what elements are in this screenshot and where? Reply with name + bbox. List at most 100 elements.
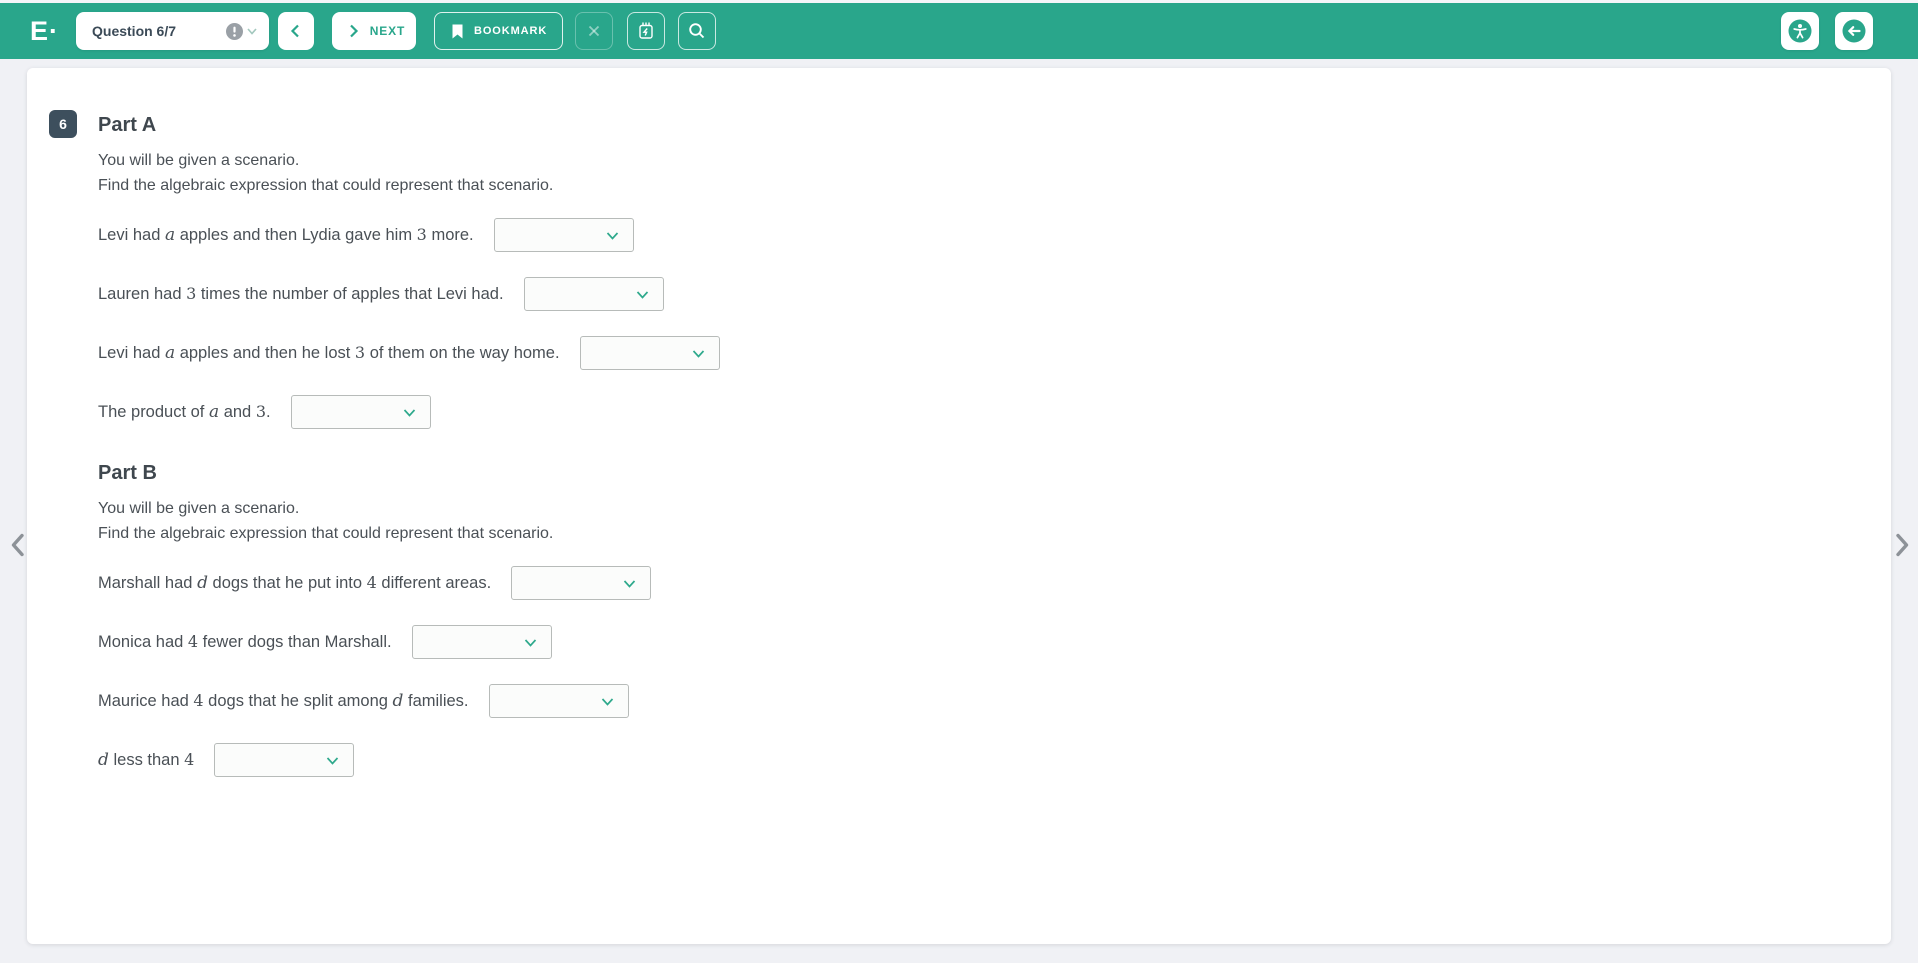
appbar-right-group <box>1781 12 1873 50</box>
scenario-row: d less than 4 <box>98 743 720 777</box>
accessibility-icon <box>1787 18 1813 44</box>
app-bar: E· Question 6/7 NEXT BOOKMARK <box>0 3 1918 59</box>
scenario-row: Levi had a apples and then Lydia gave hi… <box>98 218 720 252</box>
answer-dropdown[interactable] <box>523 277 664 311</box>
instruction-line: You will be given a scenario. <box>98 500 300 517</box>
x-mark-icon <box>584 21 604 41</box>
question-selector-label: Question 6/7 <box>92 23 177 39</box>
row-text-segment: Marshall had <box>98 574 198 592</box>
chevron-down-icon <box>604 227 621 244</box>
row-text-segment: apples and then he lost <box>175 344 355 362</box>
math-number: 3 <box>416 225 427 244</box>
chevron-down-icon <box>401 404 418 421</box>
row-text: Lauren had 3 times the number of apples … <box>98 284 504 304</box>
answer-dropdown[interactable] <box>493 218 634 252</box>
math-number: 3 <box>255 402 267 421</box>
row-text-segment: different areas. <box>376 574 492 592</box>
next-question-button[interactable]: NEXT <box>332 12 416 50</box>
calculator-button[interactable] <box>627 12 666 50</box>
answer-dropdown[interactable] <box>488 684 629 718</box>
question-card: 6 Part A You will be given a scenario. Fi… <box>27 68 1891 944</box>
row-text: d less than 4 <box>98 750 194 770</box>
next-button-label: NEXT <box>369 24 406 38</box>
chevron-down-icon <box>522 634 539 651</box>
chevron-down-icon <box>324 752 341 769</box>
scenario-row: Marshall had d dogs that he put into 4 d… <box>98 566 720 600</box>
math-number: 3 <box>354 343 366 362</box>
row-text: Marshall had d dogs that he put into 4 d… <box>98 573 491 593</box>
math-number: 4 <box>366 573 377 592</box>
question-part: Part A You will be given a scenario. Find… <box>98 111 720 429</box>
row-text-segment: less than <box>108 751 185 769</box>
chevron-down-icon <box>621 575 638 592</box>
part-instructions: You will be given a scenario. Find the al… <box>98 149 720 198</box>
bookmark-button[interactable]: BOOKMARK <box>434 12 564 50</box>
row-text-segment: dogs that he split among <box>203 692 393 710</box>
part-rows: Marshall had d dogs that he put into 4 d… <box>98 566 720 777</box>
bookmark-button-label: BOOKMARK <box>474 25 548 37</box>
instruction-line: You will be given a scenario. <box>98 152 300 169</box>
arrow-left-circle-icon <box>1841 18 1867 44</box>
row-text-segment: more. <box>426 226 474 244</box>
row-text-segment: and <box>219 403 256 421</box>
row-text-segment: Levi had <box>98 344 165 362</box>
exit-button[interactable] <box>1835 12 1873 50</box>
magnifier-button[interactable] <box>678 12 717 50</box>
row-text-segment: Lauren had <box>98 285 187 303</box>
part-title: Part A <box>98 114 157 136</box>
chevron-down-icon <box>634 286 651 303</box>
answer-dropdown[interactable] <box>290 395 431 429</box>
math-number: 4 <box>187 632 199 651</box>
answer-dropdown[interactable] <box>511 566 652 600</box>
instruction-line: Find the algebraic expression that could… <box>98 176 554 194</box>
calculator-icon <box>635 20 657 42</box>
page-prev-chevron[interactable] <box>7 532 29 558</box>
page-next-chevron[interactable] <box>1891 532 1913 558</box>
scenario-row: Maurice had 4 dogs that he split among d… <box>98 684 720 718</box>
instruction-line: Find the algebraic expression that could… <box>98 524 554 542</box>
magnifier-icon <box>686 20 708 42</box>
part-rows: Levi had a apples and then Lydia gave hi… <box>98 218 720 429</box>
row-text-segment: of them on the way home. <box>365 344 560 362</box>
math-number: 3 <box>186 284 197 303</box>
part-instructions: You will be given a scenario. Find the al… <box>98 497 720 546</box>
app-logo: E· <box>30 16 59 46</box>
row-text: Maurice had 4 dogs that he split among d… <box>98 691 469 711</box>
row-text-segment: times the number of apples that Levi had… <box>196 285 504 303</box>
row-text: Levi had a apples and then he lost 3 of … <box>98 343 560 363</box>
math-variable: a <box>164 343 176 363</box>
row-text-segment: Levi had <box>98 226 165 244</box>
part-title: Part B <box>98 462 157 484</box>
scenario-row: Lauren had 3 times the number of apples … <box>98 277 720 311</box>
math-variable: d <box>197 573 208 593</box>
math-number: 4 <box>193 691 204 710</box>
math-variable: d <box>98 750 109 770</box>
question-number-badge: 6 <box>49 110 77 138</box>
row-text-segment: families. <box>403 692 469 710</box>
question-selector[interactable]: Question 6/7 <box>76 12 269 50</box>
row-text-segment: dogs that he put into <box>207 574 367 592</box>
chevron-right-icon <box>343 21 363 41</box>
chevron-down-icon <box>690 345 707 362</box>
scenario-row: The product of a and 3. <box>98 395 720 429</box>
bookmark-icon <box>450 23 465 40</box>
answer-dropdown[interactable] <box>579 336 720 370</box>
workspace: 6 Part A You will be given a scenario. Fi… <box>0 59 1918 963</box>
math-variable: d <box>392 691 404 711</box>
answer-dropdown[interactable] <box>411 625 552 659</box>
accessibility-button[interactable] <box>1781 12 1819 50</box>
close-button-disabled <box>575 12 614 50</box>
scenario-row: Levi had a apples and then he lost 3 of … <box>98 336 720 370</box>
question-part: Part B You will be given a scenario. Find… <box>98 459 720 777</box>
row-text-segment: Monica had <box>98 633 188 651</box>
math-number: 4 <box>184 750 195 769</box>
alert-icon <box>225 22 244 41</box>
answer-dropdown[interactable] <box>214 743 355 777</box>
row-text: Levi had a apples and then Lydia gave hi… <box>98 225 474 245</box>
prev-question-button[interactable] <box>278 12 314 50</box>
math-variable: a <box>164 225 176 245</box>
row-text-segment: fewer dogs than Marshall. <box>198 633 392 651</box>
chevron-down-icon <box>599 693 616 710</box>
row-text-segment: Maurice had <box>98 692 194 710</box>
row-text: Monica had 4 fewer dogs than Marshall. <box>98 632 392 652</box>
